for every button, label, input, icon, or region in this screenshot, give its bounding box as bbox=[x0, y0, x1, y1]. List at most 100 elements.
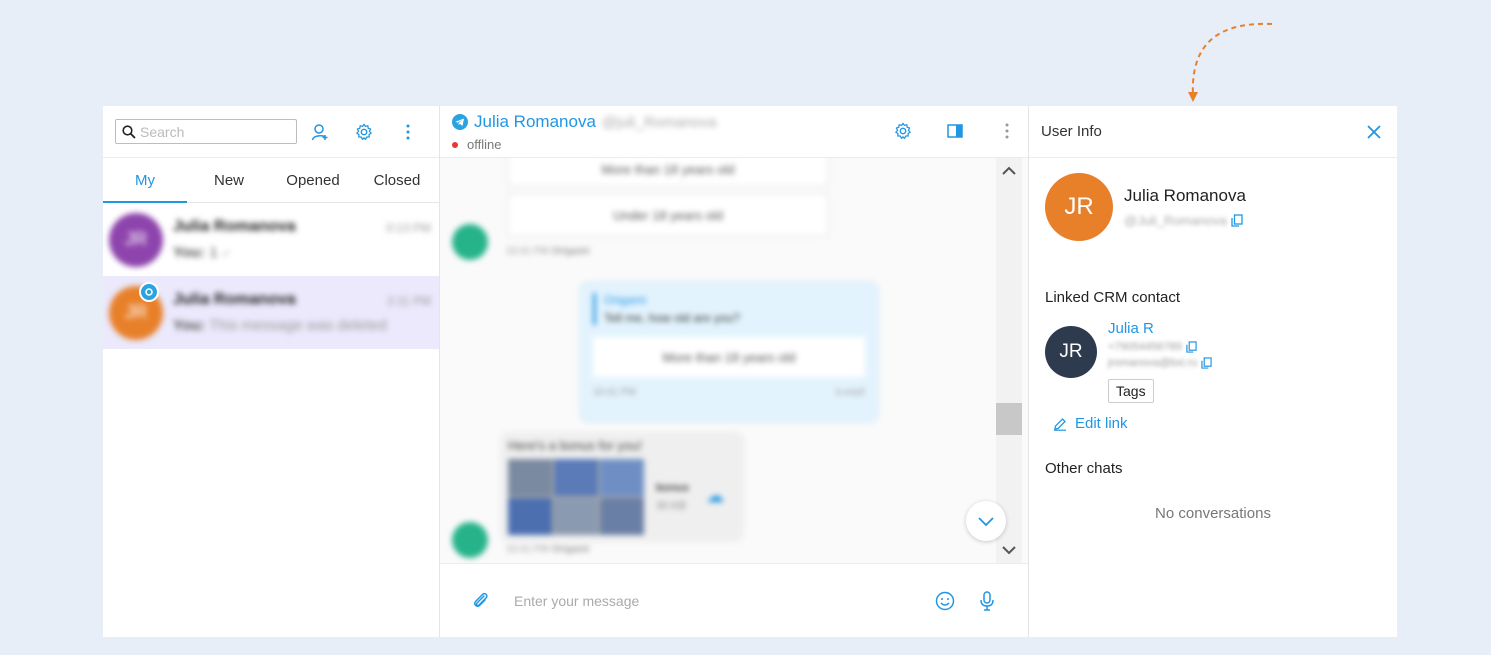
tab-opened[interactable]: Opened bbox=[271, 158, 355, 202]
user-name: Julia Romanova bbox=[1124, 186, 1246, 205]
file-name: bonus bbox=[656, 482, 689, 494]
contact-handle: @juli_Romanova bbox=[601, 113, 717, 131]
crm-phone: +79054456789 bbox=[1108, 341, 1182, 353]
message-composer bbox=[440, 563, 1028, 637]
message-meta: 10:41 PM Origami bbox=[506, 246, 590, 257]
add-user-button[interactable] bbox=[309, 121, 331, 143]
chat-time: 0:13 PM bbox=[386, 221, 431, 235]
scroll-thumb[interactable] bbox=[996, 403, 1022, 435]
conversation-actions bbox=[892, 120, 1018, 142]
edit-link-label: Edit link bbox=[1075, 415, 1128, 432]
crm-contact: JR Julia R +79054456789 jromanova@bxi.ru… bbox=[1029, 306, 1397, 403]
chat-last-message: You: This message was deleted bbox=[173, 317, 433, 334]
conversation-more-button[interactable] bbox=[996, 120, 1018, 142]
user-info-panel: User Info JR Julia Romanova @Juli_Romano… bbox=[1029, 106, 1397, 637]
more-vertical-icon bbox=[406, 124, 410, 139]
avatar: JR bbox=[109, 212, 163, 267]
close-button[interactable] bbox=[1363, 121, 1385, 143]
message-meta: 10:41 PM Origami bbox=[506, 544, 590, 555]
message-history: More than 18 years old Under 18 years ol… bbox=[440, 158, 1028, 563]
smile-icon bbox=[935, 591, 955, 610]
microphone-icon bbox=[980, 590, 994, 611]
search-box[interactable] bbox=[115, 119, 297, 144]
file-size: 30 KB bbox=[656, 500, 686, 512]
close-icon bbox=[1367, 124, 1381, 139]
user-handle-row: @Juli_Romanova bbox=[1124, 213, 1246, 228]
crm-avatar: JR bbox=[1045, 326, 1097, 378]
message-input[interactable] bbox=[514, 592, 934, 609]
user-handle: @Juli_Romanova bbox=[1124, 213, 1227, 228]
status-text: offline bbox=[467, 137, 502, 152]
image-grid[interactable] bbox=[508, 459, 644, 535]
message-text: This message was deleted bbox=[209, 317, 387, 334]
chat-time: 2:11 PM bbox=[387, 294, 431, 308]
emoji-button[interactable] bbox=[934, 590, 956, 612]
user-info-header: User Info bbox=[1029, 106, 1397, 158]
crm-email-row: jromanova@bxi.ru bbox=[1108, 357, 1213, 369]
settings-button[interactable] bbox=[353, 121, 375, 143]
tab-my[interactable]: My bbox=[103, 158, 187, 203]
other-chats-title: Other chats bbox=[1045, 460, 1123, 477]
quick-reply-option[interactable]: Under 18 years old bbox=[508, 194, 828, 236]
offline-dot-icon bbox=[452, 141, 458, 148]
toggle-sidebar-button[interactable] bbox=[944, 120, 966, 142]
voice-button[interactable] bbox=[976, 590, 998, 612]
copy-icon[interactable] bbox=[1231, 214, 1243, 227]
add-user-icon bbox=[311, 123, 328, 140]
chevron-up-icon[interactable] bbox=[996, 160, 1022, 180]
chat-list-toolbar bbox=[103, 106, 439, 158]
bot-avatar bbox=[452, 224, 488, 260]
quote-author: Origami bbox=[604, 293, 647, 307]
crm-email: jromanova@bxi.ru bbox=[1108, 357, 1198, 369]
cloud-download-icon[interactable]: ☁ bbox=[706, 486, 724, 507]
incoming-message: Here's a bonus for you! bonus 30 KB ☁ bbox=[500, 432, 744, 542]
panel-title: User Info bbox=[1041, 123, 1102, 140]
quote-text: Tell me, how old are you? bbox=[604, 311, 741, 325]
message-prefix: You: bbox=[173, 317, 206, 334]
more-menu-button[interactable] bbox=[397, 121, 419, 143]
chat-tabs: My New Opened Closed bbox=[103, 158, 439, 203]
crm-details: Julia R +79054456789 jromanova@bxi.ru Ta… bbox=[1108, 320, 1213, 403]
crm-contact-name[interactable]: Julia R bbox=[1108, 320, 1212, 337]
reply-text: More than 18 years old bbox=[593, 337, 865, 377]
gear-icon bbox=[356, 123, 372, 140]
conversation-panel: Julia Romanova @juli_Romanova offline Mo… bbox=[440, 106, 1029, 637]
message-text: Here's a bonus for you! bbox=[508, 438, 642, 453]
scrollbar[interactable] bbox=[996, 158, 1022, 563]
crm-phone-row: +79054456789 bbox=[1108, 341, 1212, 353]
message-status: в клуб bbox=[835, 387, 865, 398]
pencil-icon bbox=[1054, 417, 1066, 431]
more-vertical-icon bbox=[1005, 123, 1009, 139]
search-input[interactable] bbox=[140, 123, 280, 140]
chat-last-message: You: 1 ✓ bbox=[173, 244, 433, 261]
tab-new[interactable]: New bbox=[187, 158, 271, 202]
bot-avatar bbox=[452, 522, 488, 558]
chevron-down-icon bbox=[978, 517, 994, 527]
user-profile: JR Julia Romanova @Juli_Romanova bbox=[1029, 158, 1397, 256]
chat-list-item[interactable]: JR Julia Romanova You: 1 ✓ 0:13 PM bbox=[103, 203, 439, 276]
quick-reply-option[interactable]: More than 18 years old bbox=[508, 158, 828, 186]
chevron-down-icon[interactable] bbox=[996, 541, 1022, 561]
scroll-to-bottom-button[interactable] bbox=[966, 501, 1006, 541]
telegram-badge-icon bbox=[139, 282, 159, 302]
chat-list-item-selected[interactable]: JR Julia Romanova You: This message was … bbox=[103, 276, 439, 349]
tags-button[interactable]: Tags bbox=[1108, 379, 1154, 403]
tab-closed[interactable]: Closed bbox=[355, 158, 439, 202]
copy-icon[interactable] bbox=[1186, 341, 1197, 353]
telegram-icon bbox=[452, 114, 468, 130]
edit-link-button[interactable]: Edit link bbox=[1029, 403, 1397, 432]
message-time: 10:41 PM bbox=[593, 387, 636, 398]
message-text: 1 bbox=[209, 244, 218, 261]
user-details: Julia Romanova @Juli_Romanova bbox=[1124, 186, 1246, 228]
conversation-settings-button[interactable] bbox=[892, 120, 914, 142]
conversation-header: Julia Romanova @juli_Romanova offline bbox=[440, 106, 1028, 158]
message-prefix: You: bbox=[173, 244, 206, 261]
check-icon: ✓ bbox=[221, 248, 232, 260]
attach-button[interactable] bbox=[470, 590, 492, 612]
copy-icon[interactable] bbox=[1201, 357, 1213, 369]
contact-name[interactable]: Julia Romanova bbox=[474, 112, 596, 132]
linked-crm-title: Linked CRM contact bbox=[1045, 289, 1181, 306]
gear-icon bbox=[895, 122, 911, 140]
no-conversations-text: No conversations bbox=[1155, 505, 1271, 522]
chat-list-panel: My New Opened Closed JR Julia Romanova Y… bbox=[103, 106, 440, 637]
